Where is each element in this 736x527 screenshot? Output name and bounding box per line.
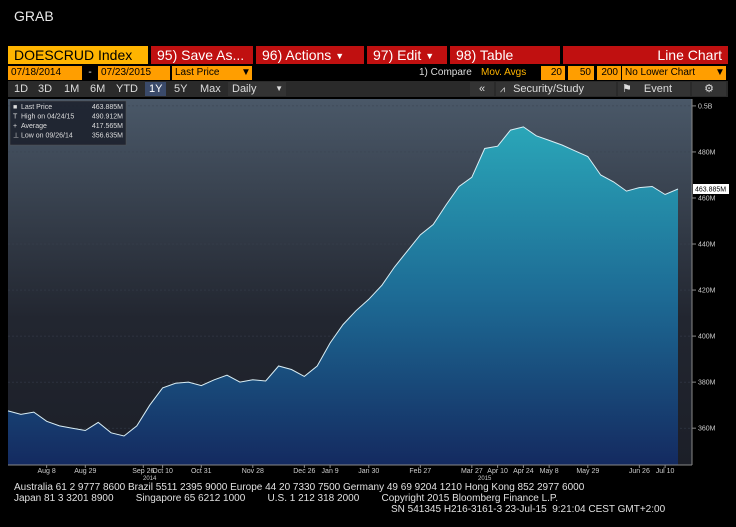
date-separator: - (88, 67, 92, 78)
table-label: 98) Table (456, 47, 514, 63)
compare-button[interactable]: 1) Compare (416, 66, 478, 80)
ma2-field[interactable]: 50 (568, 66, 594, 80)
save-as-label: 95) Save As... (157, 47, 245, 63)
settings-bar: 07/18/2014 - 07/23/2015 Last Price ▼ 1) … (8, 66, 728, 80)
legend-symbol-icon: ■ (13, 104, 17, 111)
x-tick-label: Jan 9 (322, 468, 339, 475)
frequency-select[interactable]: Daily ▼ (228, 82, 286, 96)
x-tick-label: Nov 28 (242, 468, 264, 475)
mov-avgs-button[interactable]: Mov. Avgs (478, 66, 538, 80)
table-button[interactable]: 98) Table (450, 46, 560, 64)
period-bar: 1D 3D 1M 6M YTD 1Y 5Y Max Daily ▼ « ⩘ Secu… (8, 81, 728, 97)
main-toolbar: DOESCRUD Index 95) Save As... 96) Action… (8, 46, 728, 64)
end-date-field[interactable]: 07/23/2015 (98, 66, 170, 80)
flag-icon: ⚑ (622, 83, 632, 95)
legend-value: 463.885M (92, 104, 123, 111)
x-year-label: 2015 (478, 476, 492, 480)
frequency-label: Daily (232, 83, 257, 95)
x-tick-label: Sep 26 (132, 468, 154, 475)
legend-label: Low on 09/26/14 (21, 133, 73, 140)
y-tick-label: 400M (698, 334, 716, 341)
legend-symbol-icon: T (13, 114, 18, 121)
ticker-label: DOESCRUD Index (14, 47, 133, 63)
event-label: Event (643, 83, 673, 95)
footer-timestamp: SN 541345 H216-3161-3 23-Jul-15 9:21:04 … (391, 504, 666, 515)
start-date-field[interactable]: 07/18/2014 (8, 66, 82, 80)
x-tick-label: Jun 26 (629, 468, 650, 475)
footer-contacts-line2: Japan 81 3 3201 8900 Singapore 65 6212 1… (14, 493, 559, 504)
period-6m[interactable]: 6M (86, 82, 109, 96)
ticker-field[interactable]: DOESCRUD Index (8, 46, 148, 64)
period-1y[interactable]: 1Y (145, 82, 167, 96)
window-title: GRAB (14, 8, 54, 24)
period-ytd[interactable]: YTD (112, 82, 142, 96)
x-tick-label: Jul 10 (656, 468, 675, 475)
dropdown-arrow-icon: ▼ (425, 51, 435, 61)
period-max[interactable]: Max (196, 82, 225, 96)
collapse-button[interactable]: « (470, 82, 494, 96)
dropdown-arrow-icon: ▼ (335, 51, 345, 61)
legend-symbol-icon: ⊥ (13, 133, 19, 140)
x-tick-label: May 29 (576, 468, 599, 475)
frequency-dropdown-icon: ▼ (275, 84, 283, 93)
x-tick-label: Dec 26 (293, 468, 315, 475)
price-chart[interactable]: 0.5B 480M 460M 440M 420M 400M 380M 360M Aug 8 Au… (0, 97, 736, 480)
x-year-label: 2014 (143, 476, 157, 480)
y-tick-label: 380M (698, 380, 716, 387)
save-as-button[interactable]: 95) Save As... (151, 46, 253, 64)
x-tick-label: Oct 10 (152, 468, 173, 475)
period-1d[interactable]: 1D (10, 82, 32, 96)
actions-label: 96) Actions (262, 47, 332, 63)
legend[interactable]: ■ Last Price 463.885M T High on 04/24/15 490.… (9, 100, 127, 146)
period-3d[interactable]: 3D (34, 82, 56, 96)
edit-label: 97) Edit (373, 47, 422, 63)
legend-symbol-icon: + (13, 123, 17, 130)
ma1-field[interactable]: 20 (541, 66, 565, 80)
actions-button[interactable]: 96) Actions ▼ (256, 46, 364, 64)
x-tick-label: Jan 30 (358, 468, 379, 475)
y-tick-label: 440M (698, 242, 716, 249)
x-tick-label: Mar 27 (461, 468, 483, 475)
lower-chart-select[interactable]: No Lower Chart (622, 66, 714, 80)
x-tick-label: Aug 8 (38, 468, 56, 475)
y-tick-label: 360M (698, 426, 716, 433)
last-price-tag-label: 463.885M (695, 187, 726, 194)
y-tick-label: 0.5B (698, 103, 713, 110)
chart-type-button[interactable]: Line Chart (563, 46, 728, 64)
chart-type-label: Line Chart (657, 47, 722, 63)
legend-value: 490.912M (92, 114, 123, 121)
last-price-tag: 463.885M (693, 184, 729, 195)
x-tick-label: Feb 27 (409, 468, 431, 475)
settings-gear-icon[interactable]: ⚙ (692, 82, 726, 96)
lower-chart-label: No Lower Chart (625, 67, 696, 78)
period-5y[interactable]: 5Y (170, 82, 191, 96)
x-tick-label: Aug 29 (74, 468, 96, 475)
y-tick-label: 460M (698, 195, 716, 202)
security-study-button[interactable]: ⩘ Security/Study (496, 82, 616, 96)
legend-value: 417.565M (92, 123, 123, 130)
price-field-dropdown-icon[interactable]: ▼ (240, 66, 252, 80)
x-tick-label: Apr 10 (487, 468, 508, 475)
period-1m[interactable]: 1M (60, 82, 83, 96)
x-tick-label: May 8 (540, 468, 559, 475)
ma3-field[interactable]: 200 (597, 66, 621, 80)
price-field-label: Last Price (175, 67, 220, 78)
legend-label: Last Price (21, 104, 52, 111)
y-tick-label: 480M (698, 149, 716, 156)
x-tick-label: Apr 24 (513, 468, 534, 475)
y-tick-label: 420M (698, 288, 716, 295)
price-field-select[interactable]: Last Price (172, 66, 240, 80)
event-button[interactable]: ⚑ Event (618, 82, 690, 96)
legend-label: High on 04/24/15 (21, 114, 74, 121)
legend-label: Average (21, 123, 47, 130)
x-tick-label: Oct 31 (191, 468, 212, 475)
legend-value: 356.635M (92, 133, 123, 140)
edit-button[interactable]: 97) Edit ▼ (367, 46, 447, 64)
security-study-label: Security/Study (513, 83, 584, 95)
study-chart-icon: ⩘ (500, 84, 506, 94)
footer-contacts-line1: Australia 61 2 9777 8600 Brazil 5511 239… (14, 482, 585, 493)
lower-chart-dropdown-icon[interactable]: ▼ (714, 66, 726, 80)
